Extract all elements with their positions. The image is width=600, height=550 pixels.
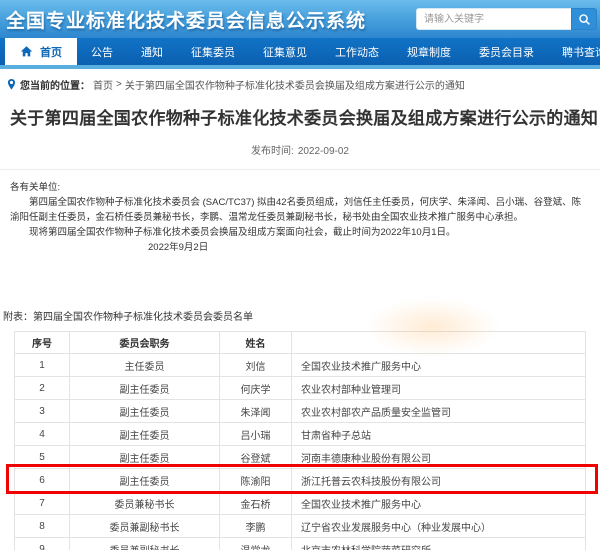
cell-no: 2 [15, 377, 70, 400]
cell-name: 何庆学 [220, 377, 292, 400]
cell-name: 陈渝阳 [220, 469, 292, 492]
cell-name: 朱泽闻 [220, 400, 292, 423]
cell-role: 副主任委员 [70, 446, 220, 469]
cell-role: 委员兼副秘书长 [70, 515, 220, 538]
col-header-name: 姓名 [220, 332, 292, 354]
col-header-role: 委员会职务 [70, 332, 220, 354]
nav-item-work-news[interactable]: 工作动态 [321, 38, 393, 65]
nav-item-committee-directory[interactable]: 委员会目录 [465, 38, 548, 65]
cell-no: 7 [15, 492, 70, 515]
table-row: 3 副主任委员 朱泽闻 农业农村部农产品质量安全监管司 [15, 400, 586, 423]
nav-item-certificate-query[interactable]: 聘书查询 [548, 38, 600, 65]
nav-item-label: 公告 [91, 44, 113, 60]
site-header: 全国专业标准化技术委员会信息公示系统 [0, 0, 600, 38]
cell-no: 8 [15, 515, 70, 538]
table-row: 4 副主任委员 吕小瑞 甘肃省种子总站 [15, 423, 586, 446]
cell-name: 金石桥 [220, 492, 292, 515]
nav-item-regulations[interactable]: 规章制度 [393, 38, 465, 65]
publish-time-value: 2022-09-02 [298, 146, 349, 157]
article-body: 各有关单位: 第四届全国农作物种子标准化技术委员会 (SAC/TC37) 拟由4… [0, 170, 600, 255]
cell-no: 5 [15, 446, 70, 469]
cell-role: 副主任委员 [70, 469, 220, 492]
breadcrumb-current: 关于第四届全国农作物种子标准化技术委员会换届及组成方案进行公示的通知 [125, 77, 465, 92]
cell-org: 全国农业技术推广服务中心 [292, 354, 586, 377]
cell-role: 主任委员 [70, 354, 220, 377]
breadcrumb-label: 您当前的位置： [20, 77, 90, 92]
page-title: 关于第四届全国农作物种子标准化技术委员会换届及组成方案进行公示的通知 [0, 97, 600, 129]
table-row: 1 主任委员 刘信 全国农业技术推广服务中心 [15, 354, 586, 377]
table-row-highlighted: 6 副主任委员 陈渝阳 浙江托普云农科技股份有限公司 [15, 469, 586, 492]
attachment-label: 附表：第四届全国农作物种子标准化技术委员会委员名单 [0, 308, 600, 323]
location-pin-icon [6, 78, 17, 91]
cell-no: 1 [15, 354, 70, 377]
nav-item-home[interactable]: 首页 [5, 38, 77, 65]
cell-org: 农业农村部种业管理司 [292, 377, 586, 400]
sign-date: 2022年9月2日 [148, 240, 590, 255]
cell-no: 9 [15, 538, 70, 550]
page: 全国专业标准化技术委员会信息公示系统 首页 公告 通知 征集委员 征集意见 工作… [0, 0, 600, 550]
breadcrumb-separator: > [116, 79, 122, 90]
nav-item-label: 聘书查询 [562, 44, 600, 60]
publish-time-label: 发布时间: [251, 146, 294, 157]
nav-item-label: 工作动态 [335, 44, 379, 60]
nav-item-label: 征集意见 [263, 44, 307, 60]
paragraph-2: 现将第四届全国农作物种子标准化技术委员会换届及组成方案面向社会，截止时间为202… [10, 225, 590, 240]
cell-org: 浙江托普云农科技股份有限公司 [292, 469, 586, 492]
cell-role: 副主任委员 [70, 400, 220, 423]
cell-org: 全国农业技术推广服务中心 [292, 492, 586, 515]
cell-org: 农业农村部农产品质量安全监管司 [292, 400, 586, 423]
cell-no: 3 [15, 400, 70, 423]
members-table-wrap: 序号 委员会职务 姓名 1 主任委员 刘信 全国农业技术推广服务中心 2 副主任… [14, 331, 586, 550]
nav-item-solicit-opinions[interactable]: 征集意见 [249, 38, 321, 65]
nav-item-label: 通知 [141, 44, 163, 60]
site-title: 全国专业标准化技术委员会信息公示系统 [6, 6, 366, 33]
cell-role: 委员兼秘书长 [70, 492, 220, 515]
cell-org: 北京市农林科学院蔬菜研究所 [292, 538, 586, 550]
search-icon [578, 13, 591, 26]
salutation: 各有关单位: [10, 180, 590, 195]
nav-item-recruit-members[interactable]: 征集委员 [177, 38, 249, 65]
nav-item-label: 征集委员 [191, 44, 235, 60]
breadcrumb: 您当前的位置： 首页 > 关于第四届全国农作物种子标准化技术委员会换届及组成方案… [0, 69, 600, 97]
table-row: 5 副主任委员 谷登斌 河南丰德康种业股份有限公司 [15, 446, 586, 469]
search-input[interactable] [416, 8, 571, 30]
table-row: 9 委员兼副秘书长 温常龙 北京市农林科学院蔬菜研究所 [15, 538, 586, 550]
table-header-row: 序号 委员会职务 姓名 [15, 332, 586, 354]
table-row: 7 委员兼秘书长 金石桥 全国农业技术推广服务中心 [15, 492, 586, 515]
home-icon [20, 45, 33, 58]
cell-no: 4 [15, 423, 70, 446]
cell-org: 辽宁省农业发展服务中心（种业发展中心） [292, 515, 586, 538]
cell-role: 副主任委员 [70, 377, 220, 400]
search-box [416, 8, 597, 30]
nav-item-label: 委员会目录 [479, 44, 534, 60]
table-row: 8 委员兼副秘书长 李鹏 辽宁省农业发展服务中心（种业发展中心） [15, 515, 586, 538]
col-header-no: 序号 [15, 332, 70, 354]
cell-role: 委员兼副秘书长 [70, 538, 220, 550]
search-button[interactable] [571, 8, 597, 30]
cell-name: 李鹏 [220, 515, 292, 538]
breadcrumb-home-link[interactable]: 首页 [93, 77, 113, 92]
nav-item-announcement[interactable]: 公告 [77, 38, 127, 65]
cell-role: 副主任委员 [70, 423, 220, 446]
cell-name: 刘信 [220, 354, 292, 377]
paragraph-1: 第四届全国农作物种子标准化技术委员会 (SAC/TC37) 拟由42名委员组成，… [10, 195, 590, 225]
cell-org: 甘肃省种子总站 [292, 423, 586, 446]
cell-org: 河南丰德康种业股份有限公司 [292, 446, 586, 469]
publish-time: 发布时间: 2022-09-02 [0, 142, 600, 170]
cell-name: 谷登斌 [220, 446, 292, 469]
nav-item-label: 规章制度 [407, 44, 451, 60]
table-row: 2 副主任委员 何庆学 农业农村部种业管理司 [15, 377, 586, 400]
col-header-org [292, 332, 586, 354]
cell-no: 6 [15, 469, 70, 492]
nav-item-notice[interactable]: 通知 [127, 38, 177, 65]
nav-item-label: 首页 [40, 44, 62, 60]
main-nav: 首页 公告 通知 征集委员 征集意见 工作动态 规章制度 委员会目录 聘书查询 … [0, 38, 600, 65]
cell-name: 吕小瑞 [220, 423, 292, 446]
cell-name: 温常龙 [220, 538, 292, 550]
members-table: 序号 委员会职务 姓名 1 主任委员 刘信 全国农业技术推广服务中心 2 副主任… [14, 331, 586, 550]
